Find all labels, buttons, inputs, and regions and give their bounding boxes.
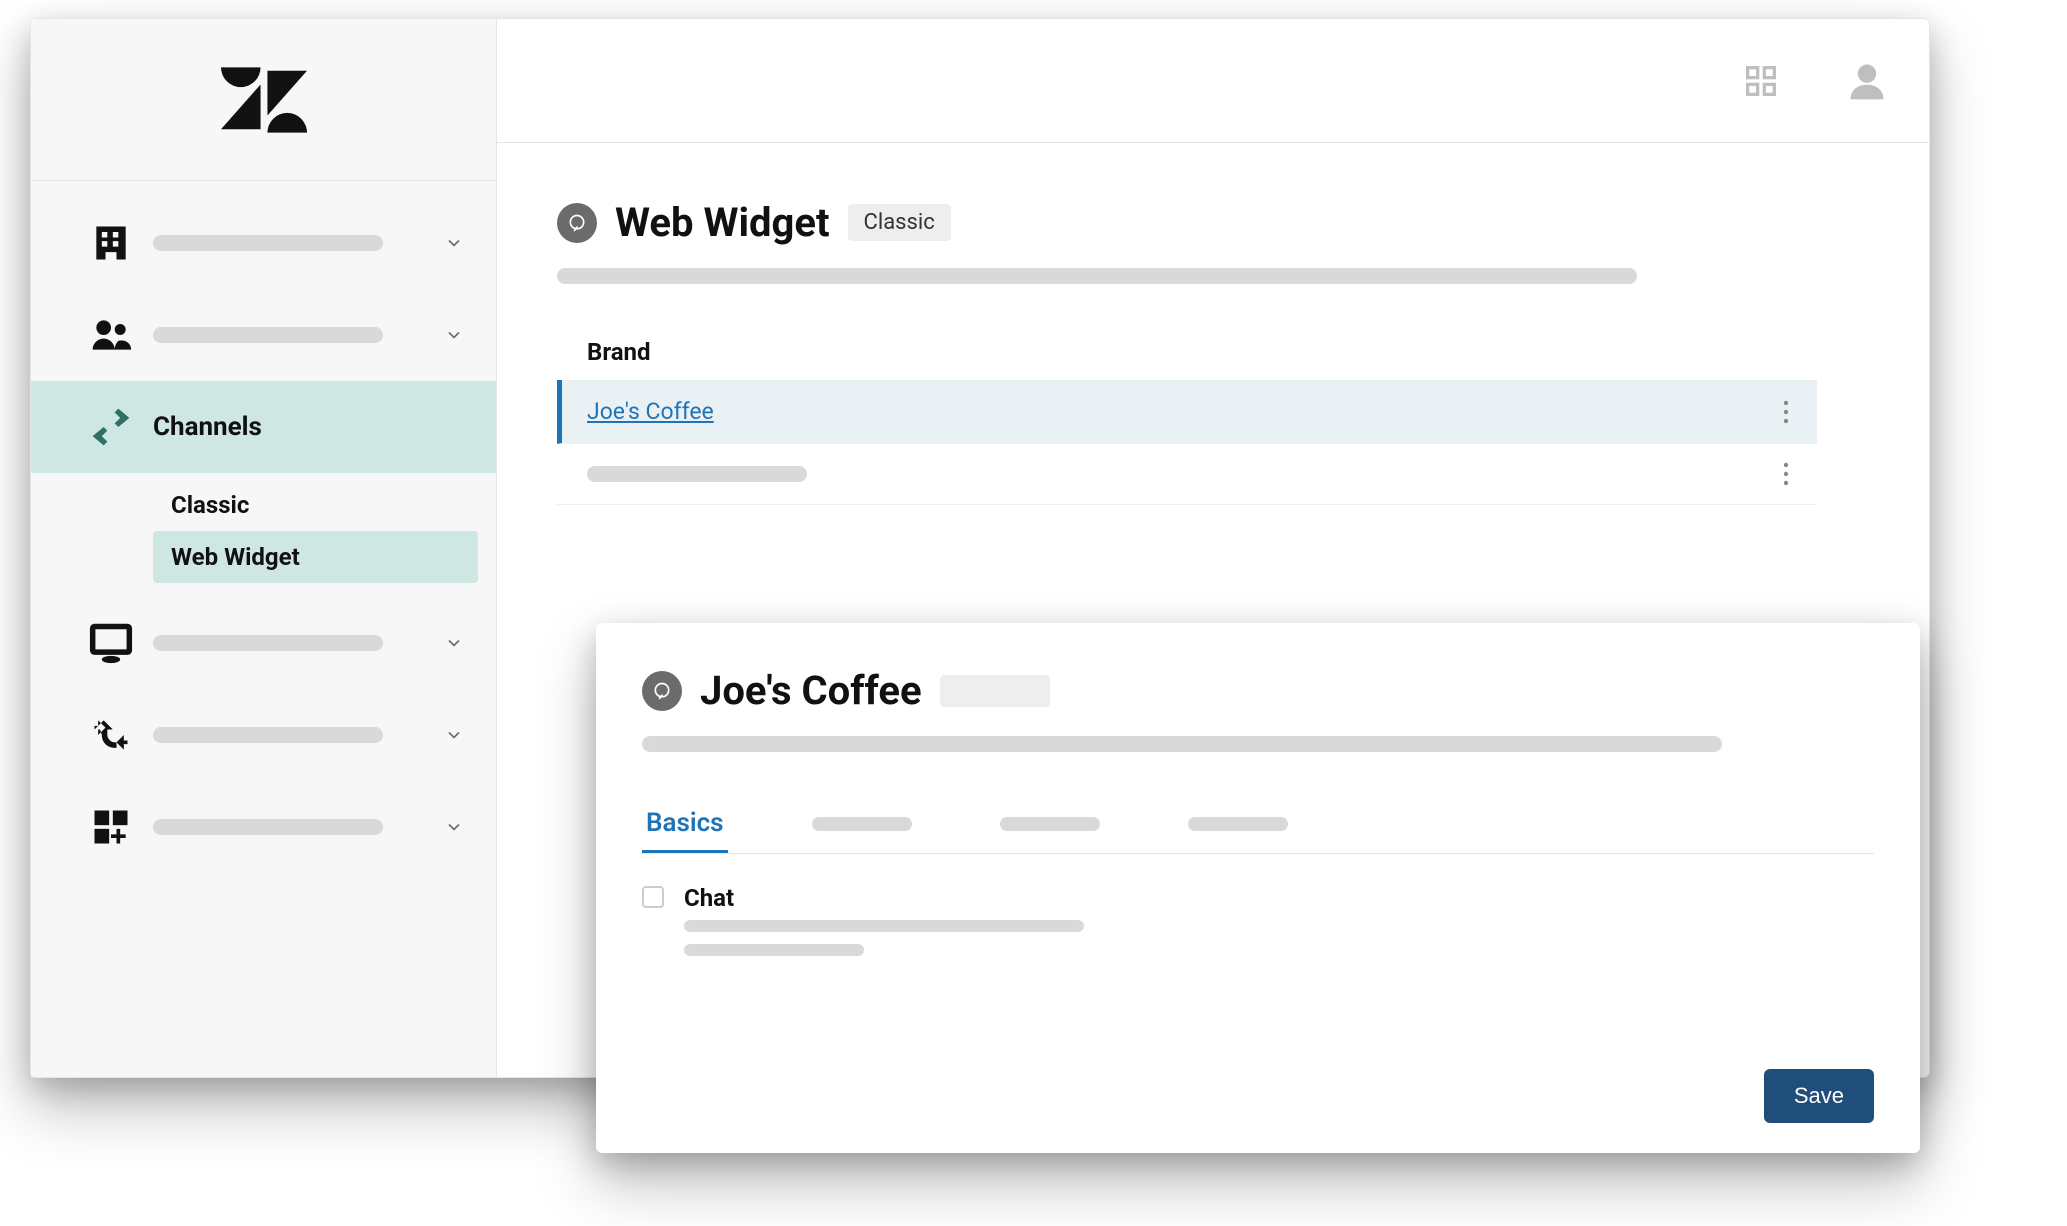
arrows-icon: [89, 405, 133, 449]
chevron-down-icon: [440, 813, 468, 841]
save-button[interactable]: Save: [1764, 1069, 1874, 1123]
page-title-row: Web Widget Classic: [557, 199, 1817, 246]
option-chat-row: Chat: [642, 854, 1874, 956]
page-content: Web Widget Classic Brand Joe's Coffee: [497, 143, 1929, 505]
brand-section-label: Brand: [557, 338, 1817, 366]
kebab-menu-icon[interactable]: [1783, 462, 1789, 486]
option-chat-label: Chat: [684, 884, 1084, 912]
sidebar-nav: Channels Classic Web Widget: [31, 181, 496, 873]
user-avatar-icon[interactable]: [1845, 59, 1889, 103]
sidebar-subnav-channels: Classic Web Widget: [31, 473, 496, 597]
building-icon: [89, 221, 133, 265]
zendesk-logo: [31, 19, 496, 181]
sidebar-item-routing[interactable]: [31, 689, 496, 781]
topbar: [497, 19, 1929, 143]
sidebar-subitem-classic[interactable]: Classic: [153, 479, 496, 531]
monitor-icon: [89, 621, 133, 665]
sidebar-item-company[interactable]: [31, 197, 496, 289]
sidebar-item-channels-label: Channels: [153, 412, 262, 442]
sidebar-item-apps[interactable]: [31, 781, 496, 873]
chevron-down-icon: [440, 629, 468, 657]
chat-bubble-icon: [557, 203, 597, 243]
tab-placeholder[interactable]: [996, 796, 1104, 853]
brand-row-selected[interactable]: Joe's Coffee: [557, 380, 1817, 444]
page-title: Web Widget: [615, 199, 830, 246]
sidebar-item-placeholder: [153, 327, 383, 343]
brand-row[interactable]: [557, 444, 1817, 505]
chevron-down-icon: [440, 321, 468, 349]
tab-placeholder[interactable]: [808, 796, 916, 853]
chat-checkbox[interactable]: [642, 886, 664, 908]
tab-basics[interactable]: Basics: [642, 796, 728, 853]
product-switcher-icon[interactable]: [1741, 61, 1781, 101]
sidebar: Channels Classic Web Widget: [31, 19, 497, 1077]
sidebar-item-people[interactable]: [31, 289, 496, 381]
detail-footer: Save: [642, 1069, 1874, 1123]
chevron-down-icon: [440, 229, 468, 257]
detail-tabs: Basics: [642, 796, 1874, 854]
detail-title-row: Joe's Coffee: [642, 667, 1874, 714]
chat-bubble-icon: [642, 671, 682, 711]
kebab-menu-icon[interactable]: [1783, 400, 1789, 424]
chevron-down-icon: [440, 721, 468, 749]
detail-badge-placeholder: [940, 675, 1050, 707]
option-desc-placeholder: [684, 944, 864, 956]
people-icon: [89, 313, 133, 357]
sidebar-item-placeholder: [153, 819, 383, 835]
sidebar-subitem-web-widget[interactable]: Web Widget: [153, 531, 478, 583]
page-description-placeholder: [557, 268, 1637, 284]
detail-description-placeholder: [642, 736, 1722, 752]
sidebar-item-placeholder: [153, 727, 383, 743]
sidebar-item-placeholder: [153, 235, 383, 251]
tab-placeholder[interactable]: [1184, 796, 1292, 853]
route-icon: [89, 713, 133, 757]
sidebar-item-workspaces[interactable]: [31, 597, 496, 689]
sidebar-item-placeholder: [153, 635, 383, 651]
apps-add-icon: [89, 805, 133, 849]
sidebar-item-channels[interactable]: Channels: [31, 381, 496, 473]
brand-link[interactable]: Joe's Coffee: [587, 398, 714, 425]
classic-badge: Classic: [848, 204, 951, 241]
detail-title: Joe's Coffee: [700, 667, 922, 714]
brand-row-placeholder: [587, 466, 807, 482]
brand-detail-card: Joe's Coffee Basics Chat Save: [596, 623, 1920, 1153]
option-desc-placeholder: [684, 920, 1084, 932]
